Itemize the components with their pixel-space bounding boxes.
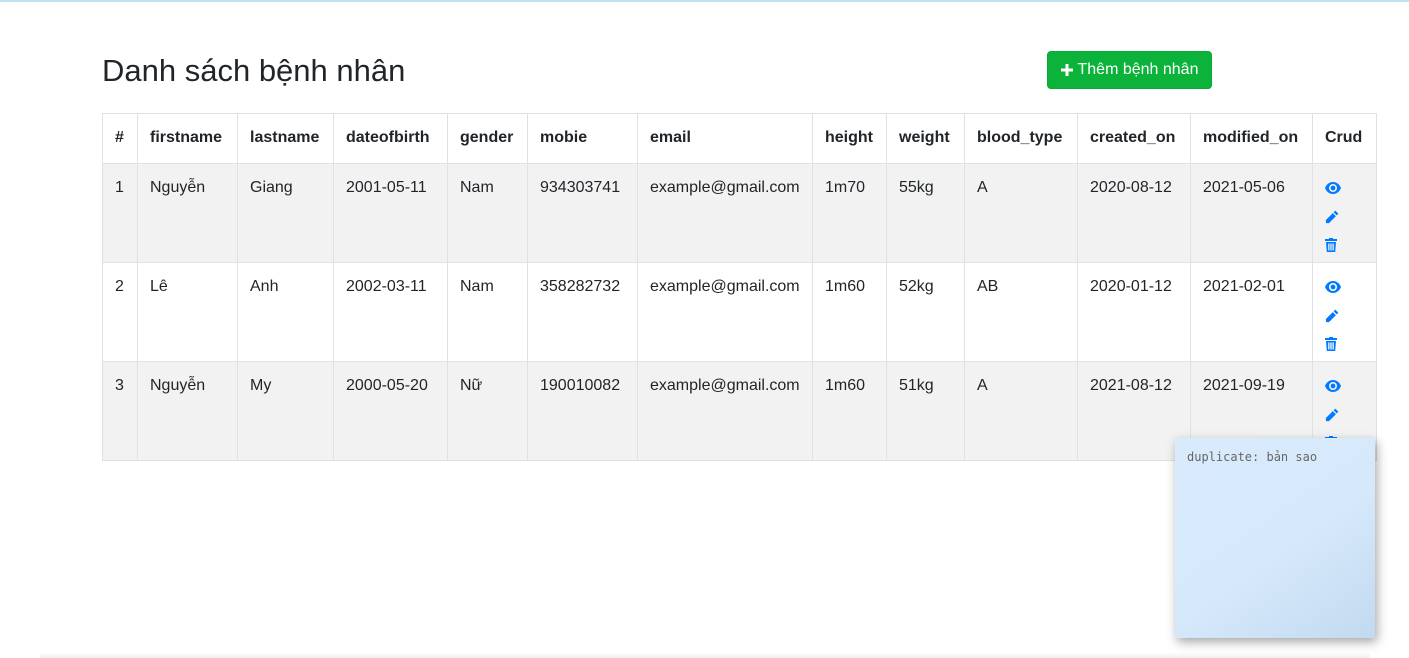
column-header-email: email xyxy=(637,113,813,164)
cell-email: example@gmail.com xyxy=(637,163,813,263)
patients-table: # firstname lastname dateofbirth gender … xyxy=(102,113,1377,461)
cell-weight: 51kg xyxy=(886,361,965,461)
column-header-blood-type: blood_type xyxy=(964,113,1078,164)
cell-id: 3 xyxy=(102,361,138,461)
column-header-gender: gender xyxy=(447,113,528,164)
cell-email: example@gmail.com xyxy=(637,262,813,362)
cell-modified-on: 2021-02-01 xyxy=(1190,262,1313,362)
bottom-shadow xyxy=(40,652,1370,658)
cell-modified-on: 2021-05-06 xyxy=(1190,163,1313,263)
column-header-weight: weight xyxy=(886,113,965,164)
column-header-modified-on: modified_on xyxy=(1190,113,1313,164)
page-title: Danh sách bệnh nhân xyxy=(102,53,406,88)
column-header-firstname: firstname xyxy=(137,113,238,164)
table-header-row: # firstname lastname dateofbirth gender … xyxy=(102,113,1377,164)
column-header-crud: Crud xyxy=(1312,113,1377,164)
table-row: 1 Nguyễn Giang 2001-05-11 Nam 934303741 … xyxy=(102,163,1377,263)
column-header-mobie: mobie xyxy=(527,113,638,164)
cell-height: 1m70 xyxy=(812,163,887,263)
cell-weight: 55kg xyxy=(886,163,965,263)
eye-icon[interactable] xyxy=(1325,380,1341,404)
cell-blood-type: A xyxy=(964,163,1078,263)
column-header-lastname: lastname xyxy=(237,113,334,164)
cell-created-on: 2021-08-12 xyxy=(1077,361,1191,461)
cell-gender: Nam xyxy=(447,262,528,362)
column-header-dateofbirth: dateofbirth xyxy=(333,113,448,164)
cell-blood-type: AB xyxy=(964,262,1078,362)
cell-id: 2 xyxy=(102,262,138,362)
cell-lastname: Giang xyxy=(237,163,334,263)
cell-lastname: Anh xyxy=(237,262,334,362)
eye-icon[interactable] xyxy=(1325,182,1341,206)
column-header-id: # xyxy=(102,113,138,164)
plus-icon xyxy=(1060,64,1073,76)
cell-created-on: 2020-01-12 xyxy=(1077,262,1191,362)
cell-height: 1m60 xyxy=(812,361,887,461)
cell-gender: Nam xyxy=(447,163,528,263)
cell-weight: 52kg xyxy=(886,262,965,362)
column-header-height: height xyxy=(812,113,887,164)
cell-firstname: Nguyễn xyxy=(137,163,238,263)
sticky-note[interactable]: duplicate: bản sao xyxy=(1175,438,1375,638)
cell-firstname: Nguyễn xyxy=(137,361,238,461)
cell-created-on: 2020-08-12 xyxy=(1077,163,1191,263)
cell-mobie: 190010082 xyxy=(527,361,638,461)
cell-mobie: 358282732 xyxy=(527,262,638,362)
cell-height: 1m60 xyxy=(812,262,887,362)
column-header-created-on: created_on xyxy=(1077,113,1191,164)
trash-icon[interactable] xyxy=(1325,238,1341,262)
cell-email: example@gmail.com xyxy=(637,361,813,461)
add-patient-label: Thêm bệnh nhân xyxy=(1077,61,1199,78)
pencil-icon[interactable] xyxy=(1325,309,1341,333)
top-border-line xyxy=(0,0,1409,2)
table-row: 2 Lê Anh 2002-03-11 Nam 358282732 exampl… xyxy=(102,262,1377,362)
cell-lastname: My xyxy=(237,361,334,461)
cell-mobie: 934303741 xyxy=(527,163,638,263)
cell-crud-actions xyxy=(1312,262,1377,362)
cell-blood-type: A xyxy=(964,361,1078,461)
cell-id: 1 xyxy=(102,163,138,263)
cell-dateofbirth: 2002-03-11 xyxy=(333,262,448,362)
pencil-icon[interactable] xyxy=(1325,408,1341,432)
pencil-icon[interactable] xyxy=(1325,210,1341,234)
cell-crud-actions xyxy=(1312,163,1377,263)
cell-dateofbirth: 2000-05-20 xyxy=(333,361,448,461)
sticky-note-text: duplicate: bản sao xyxy=(1187,450,1318,464)
cell-gender: Nữ xyxy=(447,361,528,461)
eye-icon[interactable] xyxy=(1325,281,1341,305)
cell-dateofbirth: 2001-05-11 xyxy=(333,163,448,263)
cell-firstname: Lê xyxy=(137,262,238,362)
add-patient-button[interactable]: Thêm bệnh nhân xyxy=(1047,51,1212,89)
trash-icon[interactable] xyxy=(1325,337,1341,361)
